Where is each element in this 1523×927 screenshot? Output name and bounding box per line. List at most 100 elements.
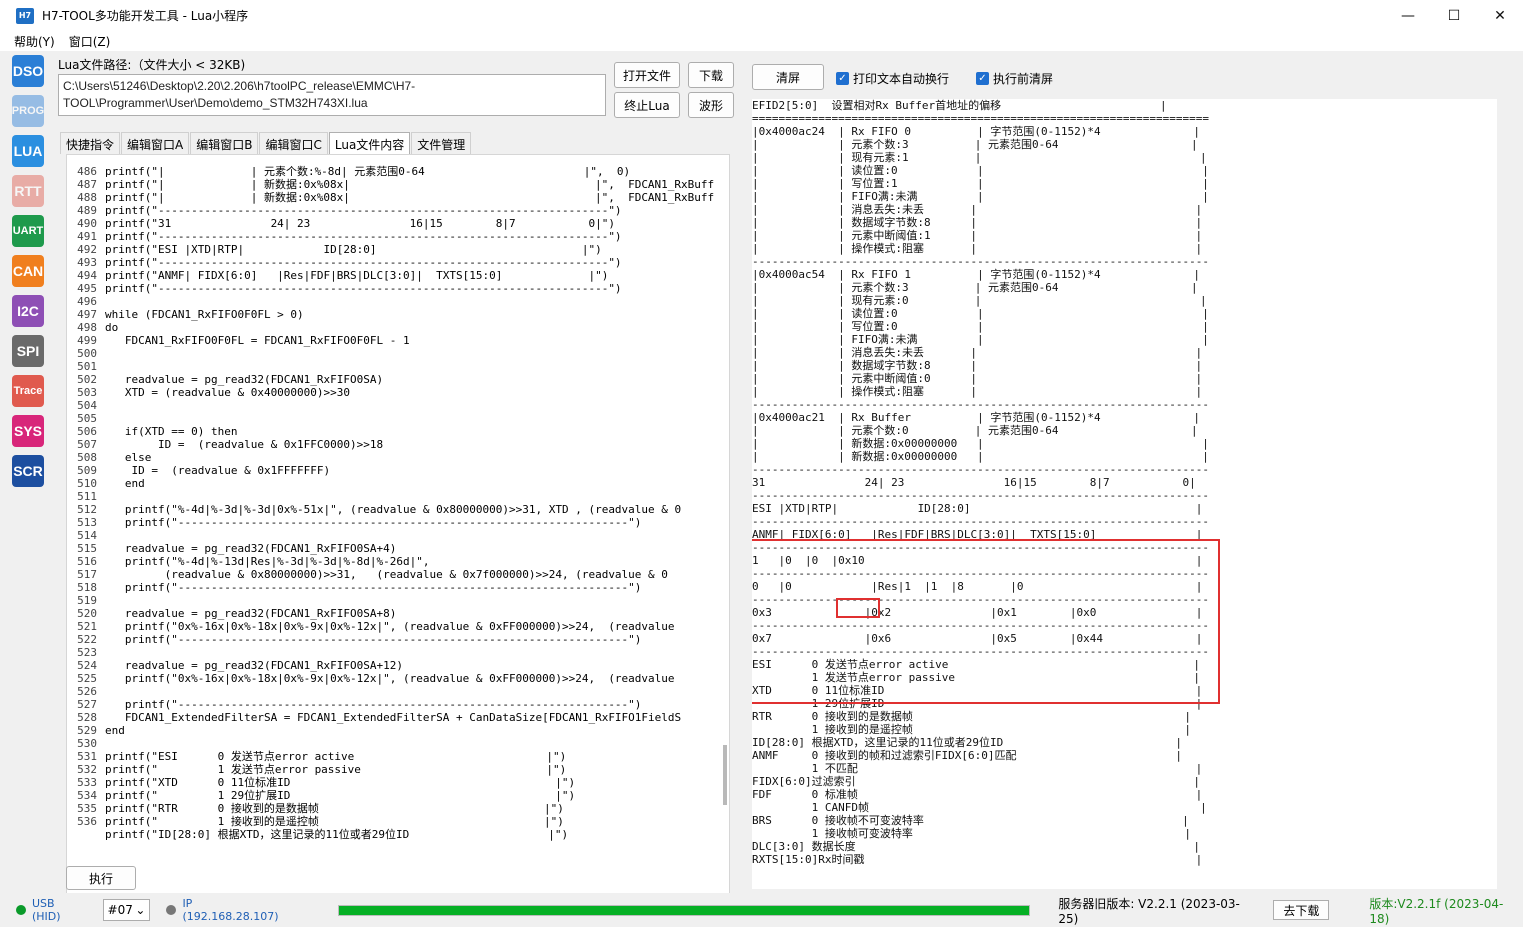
sidebar-item-uart[interactable]: UART <box>12 215 44 247</box>
wave-button[interactable]: 波形 <box>688 92 734 118</box>
code-line: 505 <box>67 412 707 425</box>
tab-0[interactable]: 快捷指令 <box>60 132 121 154</box>
output-line: | | 操作模式:阻塞 | | <box>752 385 1203 398</box>
menu-help[interactable]: 帮助(Y) <box>14 33 55 50</box>
output-line: | | 新数据:0x00000000 | | <box>752 450 1209 463</box>
output-line: ----------------------------------------… <box>752 398 1209 411</box>
line-number: 533 <box>77 776 97 789</box>
code-line: 487 printf("| | 新数据:0x%08x| |", FDCAN1_Rx… <box>67 178 714 191</box>
sidebar-item-dso[interactable]: DSO <box>12 55 44 87</box>
tab-3[interactable]: 编辑窗口C <box>259 132 328 154</box>
line-text: printf("--------------------------------… <box>105 698 642 711</box>
code-line: 495 printf("-----------------------------… <box>67 282 707 295</box>
line-text: else <box>105 451 152 464</box>
code-line: 529 end <box>67 724 707 737</box>
code-line: 533 printf("XTD 0 11位标准ID |") <box>67 776 707 789</box>
menu-window[interactable]: 窗口(Z) <box>69 33 111 50</box>
output-line: | | 元素个数:3 | 元素范围0-64 | <box>752 281 1198 294</box>
line-text: XTD = (readvalue & 0x40000000)>>30 <box>105 386 351 399</box>
tab-5[interactable]: 文件管理 <box>411 132 472 154</box>
sidebar-item-rtt[interactable]: RTT <box>12 175 44 207</box>
tab-4[interactable]: Lua文件内容 <box>328 132 411 154</box>
maximize-button[interactable]: ☐ <box>1431 0 1477 31</box>
line-text: printf("0x%-16x|0x%-18x|0x%-9x|0x%-12x|"… <box>105 672 675 685</box>
line-text: readvalue = pg_read32(FDCAN1_RxFIFO0SA) <box>105 373 384 386</box>
output-line: | | 现有元素:1 | | <box>752 151 1207 164</box>
close-button[interactable]: ✕ <box>1477 0 1523 31</box>
line-number: 516 <box>77 555 97 568</box>
ip-status-icon <box>166 905 177 915</box>
line-text: printf("XTD 0 11位标准ID |") <box>105 776 576 789</box>
stop-lua-button[interactable]: 终止Lua <box>614 92 680 118</box>
line-text: printf("%-4d|%-13d|Res|%-3d|%-3d|%-8d|%-… <box>105 555 430 568</box>
output-line: BRS 0 接收帧不可变波特率 | <box>752 814 1189 827</box>
code-line: 510 end <box>67 477 707 490</box>
open-file-button[interactable]: 打开文件 <box>614 62 680 88</box>
minimize-button[interactable]: — <box>1385 0 1431 31</box>
code-line: 535 printf("RTR 0 接收到的是数据帧 |") <box>67 802 707 815</box>
code-line: 512 printf("%-4d|%-3d|%-3d|0x%-51x|", (r… <box>67 503 707 516</box>
output-line: FIDX[6:0]过滤索引 | <box>752 775 1200 788</box>
lua-file-path-field[interactable]: C:\Users\51246\Desktop\2.20\2.206\h7tool… <box>58 74 606 116</box>
code-line: 504 <box>67 399 707 412</box>
line-number: 514 <box>77 529 97 542</box>
code-line: 521 printf("0x%-16x|0x%-18x|0x%-9x|0x%-1… <box>67 620 707 633</box>
sidebar-item-i2c[interactable]: I2C <box>12 295 44 327</box>
line-text: printf("--------------------------------… <box>105 282 622 295</box>
line-number: 523 <box>77 646 97 659</box>
checkmark-icon: ✓ <box>836 72 849 85</box>
code-line: 526 <box>67 685 707 698</box>
menu-bar: 帮助(Y) 窗口(Z) <box>0 31 1523 51</box>
code-editor[interactable]: 486 printf("| | 元素个数:%-8d| 元素范围0-64 |", 0… <box>66 154 730 910</box>
code-line: 499 FDCAN1_RxFIFO0F0FL = FDCAN1_RxFIFO0F… <box>67 334 707 347</box>
code-line: 501 <box>67 360 707 373</box>
output-line: | | 数据域字节数:8 | | <box>752 216 1203 229</box>
line-number: 492 <box>77 243 97 256</box>
path-label: Lua文件路径:（文件大小 < 32KB) <box>58 58 246 72</box>
sidebar-item-trace[interactable]: Trace <box>12 375 44 407</box>
line-number: 526 <box>77 685 97 698</box>
clear-button[interactable]: 清屏 <box>752 64 824 90</box>
line-number: 496 <box>77 295 97 308</box>
line-number: 534 <box>77 789 97 802</box>
sidebar-item-scr[interactable]: SCR <box>12 455 44 487</box>
code-line: 530 <box>67 737 707 750</box>
lua-editor-pane: Lua文件路径:（文件大小 < 32KB) C:\Users\51246\Des… <box>54 52 742 910</box>
vertical-scrollbar[interactable] <box>723 745 727 805</box>
sidebar-item-spi[interactable]: SPI <box>12 335 44 367</box>
device-select[interactable]: #07 ⌄ <box>102 899 151 921</box>
tab-1[interactable]: 编辑窗口A <box>121 132 190 154</box>
line-text: FDCAN1_ExtendedFilterSA = FDCAN1_Extende… <box>105 711 682 724</box>
output-line: RTR 0 接收到的是数据帧 | <box>752 710 1191 723</box>
sidebar-item-sys[interactable]: SYS <box>12 415 44 447</box>
code-line: 522 printf("----------------------------… <box>67 633 707 646</box>
code-line: 506 if(XTD == 0) then <box>67 425 707 438</box>
output-line: ESI |XTD|RTP| ID[28:0] | <box>752 502 1203 515</box>
code-line: 486 printf("| | 元素个数:%-8d| 元素范围0-64 |", 0… <box>67 165 707 178</box>
sidebar-item-can[interactable]: CAN <box>12 255 44 287</box>
sidebar-item-prog[interactable]: PROG <box>12 95 44 127</box>
clear-before-checkbox[interactable]: ✓ 执行前清屏 <box>976 70 1053 87</box>
tab-2[interactable]: 编辑窗口B <box>190 132 259 154</box>
code-line: 500 <box>67 347 707 360</box>
sidebar-item-lua[interactable]: LUA <box>12 135 44 167</box>
go-download-button[interactable]: 去下载 <box>1273 900 1330 920</box>
output-line: 1 不匹配 | <box>752 762 1203 775</box>
code-line: 490 printf("31 24| 23 16|15 8|7 0|") <box>67 217 707 230</box>
output-line: ----------------------------------------… <box>752 515 1209 528</box>
code-line: 502 readvalue = pg_read32(FDCAN1_RxFIFO0… <box>67 373 707 386</box>
code-line: 496 <box>67 295 707 308</box>
output-line: RXTS[15:0]Rx时间戳 | <box>752 853 1203 866</box>
download-button[interactable]: 下载 <box>688 62 734 88</box>
execute-button[interactable]: 执行 <box>66 866 136 890</box>
line-number: 527 <box>77 698 97 711</box>
output-text-area[interactable]: EFID2[5:0] 设置相对Rx Buffer首地址的偏移 | ========… <box>752 99 1497 889</box>
output-line: | | 写位置:1 | | <box>752 177 1209 190</box>
wrap-checkbox[interactable]: ✓ 打印文本自动换行 <box>836 70 949 87</box>
code-line: 488 printf("| | 新数据:0x%08x| |", FDCAN1_Rx… <box>67 191 714 204</box>
device-select-value: #07 <box>107 903 133 917</box>
output-line: ID[28:0] 根据XTD，这里记录的11位或者29位ID | <box>752 736 1183 749</box>
output-line: 1 CANFD帧 | <box>752 801 1207 814</box>
highlight-frame <box>752 539 1220 704</box>
code-line: 519 <box>67 594 707 607</box>
